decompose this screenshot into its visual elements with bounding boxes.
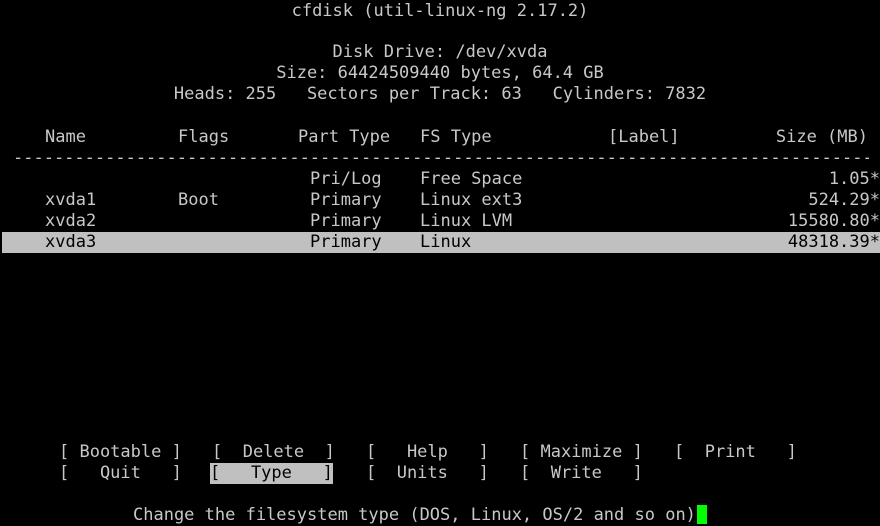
quit-button[interactable]: [ Quit ]	[59, 463, 182, 484]
help-button[interactable]: [ Help ]	[366, 442, 489, 463]
maximize-button[interactable]: [ Maximize ]	[520, 442, 643, 463]
write-button[interactable]: [ Write ]	[520, 463, 643, 484]
units-button[interactable]: [ Units ]	[366, 463, 489, 484]
type-button[interactable]: [ Type ]	[210, 463, 333, 484]
row-part-type: Pri/Log	[310, 169, 382, 189]
row-flags: Boot	[178, 190, 219, 210]
app-title: cfdisk (util-linux-ng 2.17.2)	[291, 1, 589, 21]
print-button[interactable]: [ Print ]	[674, 442, 797, 463]
terminal-cursor	[696, 505, 707, 524]
bootable-button[interactable]: [ Bootable ]	[59, 442, 182, 463]
row-name: xvda3	[45, 232, 97, 252]
disk-drive-label: Disk Drive: /dev/xvda	[332, 42, 548, 62]
column-header-fs-type: FS Type	[420, 127, 492, 147]
row-size: 1.05*	[828, 169, 880, 189]
status-message: Change the filesystem type (DOS, Linux, …	[133, 505, 696, 525]
disk-size-label: Size: 64424509440 bytes, 64.4 GB	[276, 63, 604, 83]
column-header-flags: Flags	[178, 127, 230, 147]
disk-geometry-label: Heads: 255 Sectors per Track: 63 Cylinde…	[173, 84, 707, 104]
table-separator: ----------------------------------------…	[13, 148, 869, 168]
column-header-name: Name	[45, 127, 86, 147]
row-size: 15580.80*	[787, 211, 880, 231]
column-header-label: [Label]	[608, 127, 680, 147]
row-fs-type: Linux	[420, 232, 472, 252]
column-header-part-type: Part Type	[298, 127, 391, 147]
column-header-size: Size (MB)	[775, 127, 868, 147]
table-row-selected[interactable]: xvda3 Primary Linux 48318.39*	[2, 232, 880, 253]
status-line: Change the filesystem type (DOS, Linux, …	[133, 505, 707, 526]
row-fs-type: Linux ext3	[420, 190, 523, 210]
row-part-type: Primary	[310, 190, 382, 210]
row-size: 524.29*	[808, 190, 880, 210]
row-part-type: Primary	[310, 232, 382, 252]
delete-button[interactable]: [ Delete ]	[212, 442, 335, 463]
row-part-type: Primary	[310, 211, 382, 231]
row-fs-type: Free Space	[420, 169, 523, 189]
row-name: xvda2	[45, 211, 97, 231]
row-name: xvda1	[45, 190, 97, 210]
row-size: 48318.39*	[787, 232, 880, 252]
row-fs-type: Linux LVM	[420, 211, 513, 231]
